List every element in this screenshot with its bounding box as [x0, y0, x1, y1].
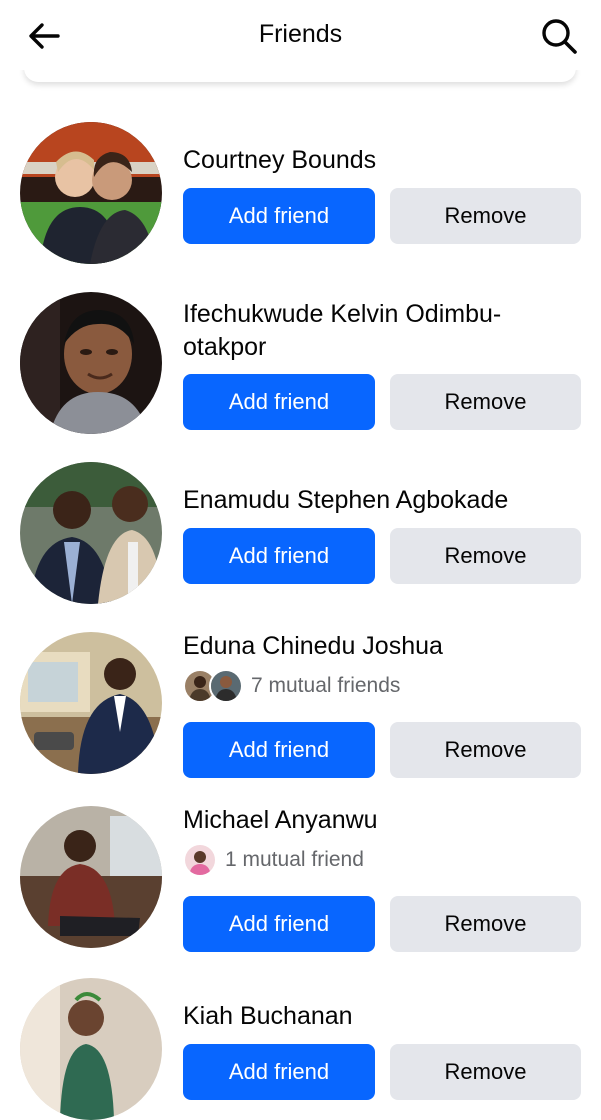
avatar[interactable]: [20, 292, 162, 434]
friend-name[interactable]: Courtney Bounds: [183, 144, 583, 177]
add-friend-button[interactable]: Add friend: [183, 374, 375, 430]
avatar[interactable]: [20, 632, 162, 774]
remove-button[interactable]: Remove: [390, 722, 581, 778]
mutual-friends-count: 7 mutual friends: [251, 674, 401, 697]
mutual-friend-avatars: [183, 843, 217, 877]
remove-button[interactable]: Remove: [390, 374, 581, 430]
avatar[interactable]: [20, 462, 162, 604]
add-friend-button[interactable]: Add friend: [183, 722, 375, 778]
friend-name[interactable]: Michael Anyanwu: [183, 804, 583, 837]
avatar[interactable]: [20, 806, 162, 948]
add-friend-button[interactable]: Add friend: [183, 1044, 375, 1100]
mutual-friends[interactable]: 1 mutual friend: [183, 843, 364, 877]
friend-name[interactable]: Eduna Chinedu Joshua: [183, 630, 583, 663]
remove-button[interactable]: Remove: [390, 1044, 581, 1100]
top-bar: Friends: [0, 0, 601, 70]
add-friend-button[interactable]: Add friend: [183, 896, 375, 952]
search-icon[interactable]: [539, 16, 579, 56]
avatar[interactable]: [20, 978, 162, 1120]
remove-button[interactable]: Remove: [390, 528, 581, 584]
add-friend-button[interactable]: Add friend: [183, 188, 375, 244]
friend-name[interactable]: Enamudu Stephen Agbokade: [183, 484, 583, 517]
friend-name[interactable]: Ifechukwude Kelvin Odimbu-otakpor: [183, 298, 583, 364]
add-friend-button[interactable]: Add friend: [183, 528, 375, 584]
avatar[interactable]: [20, 122, 162, 264]
mutual-friends-count: 1 mutual friend: [225, 848, 364, 871]
avatar: [209, 669, 243, 703]
page-title: Friends: [258, 20, 343, 48]
remove-button[interactable]: Remove: [390, 188, 581, 244]
avatar: [183, 843, 217, 877]
remove-button[interactable]: Remove: [390, 896, 581, 952]
friend-name[interactable]: Kiah Buchanan: [183, 1000, 583, 1033]
mutual-friend-avatars: [183, 669, 243, 703]
mutual-friends[interactable]: 7 mutual friends: [183, 669, 401, 703]
